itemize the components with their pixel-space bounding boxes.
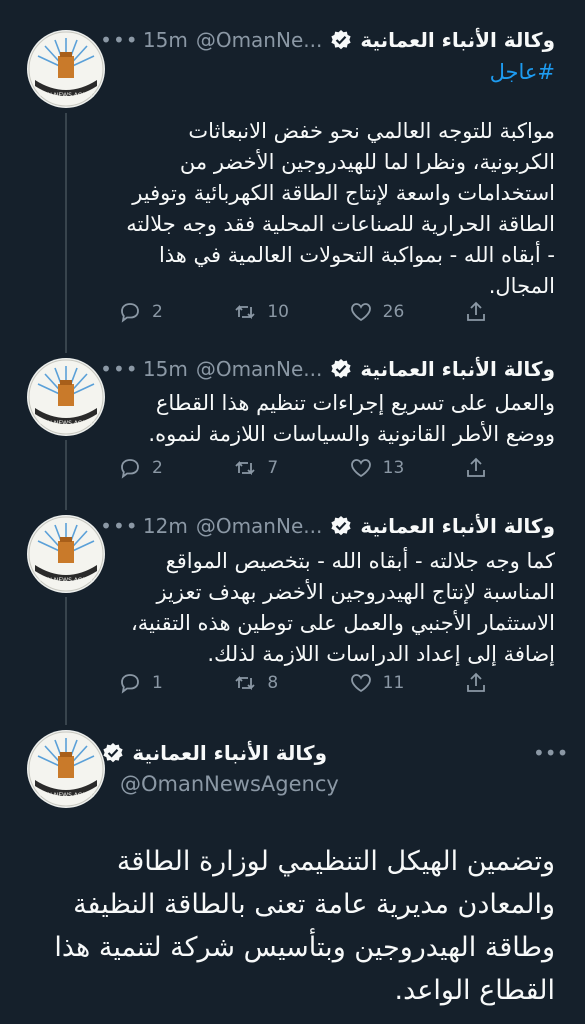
retweet-icon (235, 304, 255, 320)
tweet-text-line: وتضمين الهيكل التنظيمي لوزارة الطاقة (116, 846, 555, 877)
reply-icon (121, 674, 139, 694)
like-count: 11 (382, 673, 405, 693)
main-tweet-author: وكالة الأنباء العمانية (102, 738, 327, 768)
like-icon (350, 459, 371, 478)
tweet-author-name[interactable]: وكالة الأنباء العمانية (360, 357, 555, 381)
like-icon (350, 674, 371, 693)
tweet-handle[interactable]: @OmanNewsAgency (120, 772, 339, 796)
tweet-actions: 2 7 13 (118, 453, 488, 483)
tweet-text-line: الكربونية، ونظرا لما للهيدروجين الأخضر م… (179, 150, 555, 174)
avatar[interactable]: OMAN NEWS AGENCY (27, 515, 105, 593)
hashtag-link[interactable]: #عاجل (490, 60, 555, 84)
thread-line (65, 440, 67, 510)
tweet-handle[interactable]: @OmanNe... (196, 514, 323, 538)
avatar-logo-text: OMAN NEWS AGENCY (33, 577, 98, 584)
tweet-text-line: - أبقاه الله - بمواكبة التحولات العالمية… (158, 243, 555, 267)
share-button[interactable] (464, 671, 488, 695)
more-icon[interactable]: ••• (100, 28, 137, 52)
more-icon[interactable]: ••• (100, 357, 137, 381)
tweet-text-line: وطاقة الهيدروجين وبتأسيس شركة لتنمية هذا (54, 932, 555, 963)
reply-count: 1 (152, 673, 163, 693)
more-icon[interactable]: ••• (100, 514, 137, 538)
like-icon (350, 303, 371, 322)
tweet-text: مواكبة للتوجه العالمي نحو خفض الانبعاثات… (105, 116, 555, 302)
share-icon (467, 672, 485, 692)
tweet-text-line: الطاقة الحرارية للصناعات المحلية فقد وجه… (126, 212, 555, 236)
retweet-count: 8 (267, 673, 279, 693)
tweet-author-name[interactable]: وكالة الأنباء العمانية (360, 28, 555, 52)
tweet-time: · 12m (130, 514, 188, 538)
tweet-text: كما وجه جلالته - أبقاه الله - بتخصيص الم… (95, 546, 555, 670)
tweet-text-line: ووضع الأطر القانونية والسياسات اللازمة ل… (148, 422, 555, 446)
tweet-author-name[interactable]: وكالة الأنباء العمانية (132, 741, 327, 765)
tweet-time: · 15m (130, 357, 188, 381)
verified-icon (330, 515, 352, 537)
avatar[interactable]: OMAN NEWS AGENCY (27, 730, 105, 808)
avatar-logo-text: OMAN NEWS AGENCY (33, 92, 98, 99)
tweet-header: ••• · 15m @OmanNe... وكالة الأنباء العما… (100, 25, 555, 55)
retweet-button[interactable]: 10 (233, 300, 293, 324)
tweet-header: ••• · 15m @OmanNe... وكالة الأنباء العما… (100, 354, 555, 384)
retweet-count: 10 (267, 302, 289, 322)
avatar-logo-text: OMAN NEWS AGENCY (33, 420, 98, 427)
reply-button[interactable]: 2 (118, 456, 178, 480)
tweet-text-line: المناسبة لإنتاج الهيدروجين الأخضر بهدف ت… (156, 580, 555, 604)
verified-icon (102, 742, 124, 764)
retweet-icon (235, 675, 255, 691)
reply-button[interactable]: 2 (118, 300, 178, 324)
verified-icon (330, 358, 352, 380)
main-tweet-text: وتضمين الهيكل التنظيمي لوزارة الطاقة وال… (15, 840, 555, 1012)
avatar[interactable]: OMAN NEWS AGENCY (27, 30, 105, 108)
tweet-text: والعمل على تسريع إجراءات تنظيم هذا القطا… (105, 388, 555, 450)
tweet-header: ••• · 12m @OmanNe... وكالة الأنباء العما… (100, 511, 555, 541)
retweet-count: 7 (267, 458, 279, 478)
tweet-handle[interactable]: @OmanNe... (196, 28, 323, 52)
more-icon[interactable]: ••• (533, 741, 568, 765)
tweet-text-line: استخدامات واسعة لإنتاج الطاقة الكهربائية… (132, 181, 555, 205)
share-button[interactable] (464, 456, 488, 480)
like-count: 26 (382, 302, 405, 322)
tweet-actions: 2 10 26 (118, 297, 488, 327)
like-button[interactable]: 26 (349, 300, 409, 324)
avatar-logo-text: OMAN NEWS AGENCY (33, 792, 98, 799)
reply-count: 2 (152, 302, 163, 322)
tweet-text-line: والعمل على تسريع إجراءات تنظيم هذا القطا… (155, 391, 555, 415)
tweet-time: · 15m (130, 28, 188, 52)
tweet-text-line: الاستثمار الأجنبي والعمل على توطين هذه ا… (130, 611, 555, 635)
retweet-icon (235, 460, 255, 476)
reply-button[interactable]: 1 (118, 671, 178, 695)
share-button[interactable] (464, 300, 488, 324)
like-button[interactable]: 11 (349, 671, 409, 695)
tweet-text-line: كما وجه جلالته - أبقاه الله - بتخصيص الم… (165, 549, 555, 573)
share-icon (467, 457, 485, 477)
tweet-author-name[interactable]: وكالة الأنباء العمانية (360, 514, 555, 538)
thread-line (65, 597, 67, 725)
tweet-text-line: مواكبة للتوجه العالمي نحو خفض الانبعاثات (188, 119, 555, 143)
tweet-text-line: إضافة إلى إعداد الدراسات اللازمة لذلك. (207, 642, 555, 666)
share-icon (467, 301, 485, 321)
tweet-text-line: القطاع الواعد. (394, 975, 556, 1006)
reply-icon (121, 459, 139, 479)
tweet-actions: 1 8 11 (118, 668, 488, 698)
verified-icon (330, 29, 352, 51)
retweet-button[interactable]: 7 (233, 456, 293, 480)
thread-line (65, 113, 67, 353)
tweet-text-line: والمعادن مديرية عامة تعنى بالطاقة النظيف… (73, 889, 555, 920)
reply-count: 2 (152, 458, 163, 478)
tweet-handle[interactable]: @OmanNe... (196, 357, 323, 381)
reply-icon (121, 303, 139, 323)
like-count: 13 (382, 458, 405, 478)
retweet-button[interactable]: 8 (233, 671, 293, 695)
avatar[interactable]: OMAN NEWS AGENCY (27, 358, 105, 436)
like-button[interactable]: 13 (349, 456, 409, 480)
